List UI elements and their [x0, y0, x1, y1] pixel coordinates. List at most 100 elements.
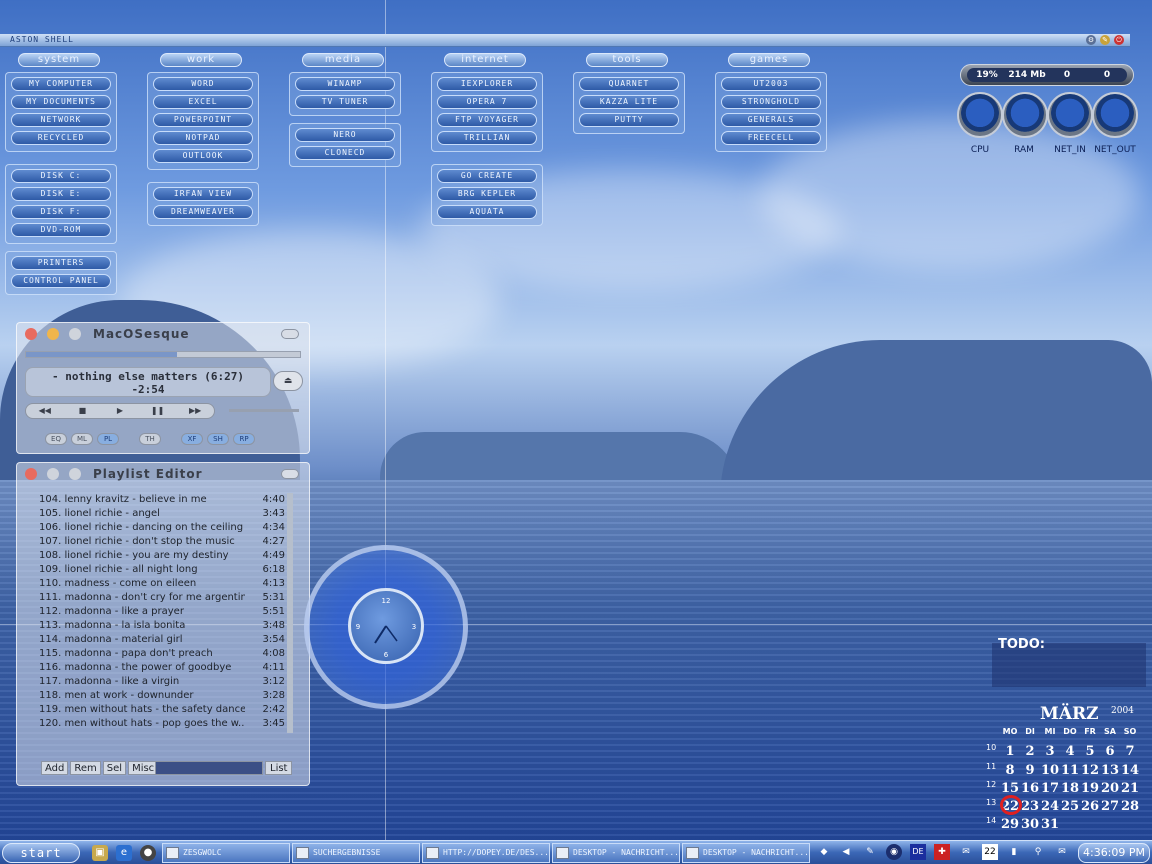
calendar-day[interactable]: 9: [1020, 763, 1040, 778]
internet-explorer-icon[interactable]: e: [116, 845, 132, 861]
playlist-item[interactable]: 109. lionel richie - all night long 6:18: [33, 563, 297, 577]
media-icon[interactable]: ●: [140, 845, 156, 861]
close-icon[interactable]: [25, 468, 37, 480]
power-icon[interactable]: ⏻: [1114, 35, 1124, 45]
calendar-day[interactable]: 6: [1100, 744, 1120, 759]
calendar-day[interactable]: 19: [1080, 781, 1100, 796]
calendar-day[interactable]: 5: [1080, 744, 1100, 759]
calendar-day[interactable]: 11: [1060, 763, 1080, 778]
word-button[interactable]: Word: [153, 77, 253, 91]
calendar-day[interactable]: 31: [1040, 817, 1060, 832]
calendar-day[interactable]: 30: [1020, 817, 1040, 832]
calendar-day[interactable]: 20: [1100, 781, 1120, 796]
pin-icon[interactable]: ✎: [1100, 35, 1110, 45]
kazza-lite-button[interactable]: Kazza Lite: [579, 95, 679, 109]
taskbar-item[interactable]: SUCHERGEBNISSE: [292, 843, 420, 863]
disk-c-button[interactable]: Disk C:: [11, 169, 111, 183]
trillian-button[interactable]: Trillian: [437, 131, 537, 145]
calendar-day[interactable]: [1120, 817, 1140, 832]
playlist-item[interactable]: 114. madonna - material girl 3:54: [33, 633, 297, 647]
calendar-day[interactable]: 25: [1060, 799, 1080, 814]
dvd-rom-button[interactable]: DVD-ROM: [11, 223, 111, 237]
powerpoint-button[interactable]: PowerPoint: [153, 113, 253, 127]
menu-tab-system[interactable]: system: [18, 53, 100, 67]
calendar-day[interactable]: 3: [1040, 744, 1060, 759]
message-tray-icon[interactable]: ✉: [1054, 844, 1070, 860]
iexplorer-button[interactable]: iExplorer: [437, 77, 537, 91]
playlist-item[interactable]: 105. lionel richie - angel 3:43: [33, 507, 297, 521]
start-button[interactable]: start: [2, 843, 80, 863]
stop-icon[interactable]: ■: [64, 404, 102, 418]
calendar-day[interactable]: 14: [1120, 763, 1140, 778]
calendar-day[interactable]: 15: [1000, 781, 1020, 796]
taskbar-item[interactable]: DESKTOP - NACHRICHT...: [552, 843, 680, 863]
playlist-item[interactable]: 108. lionel richie - you are my destiny 4…: [33, 549, 297, 563]
playlist-item[interactable]: 113. madonna - la isla bonita 3:48: [33, 619, 297, 633]
recycled-button[interactable]: Recycled: [11, 131, 111, 145]
tv-tuner-button[interactable]: TV Tuner: [295, 95, 395, 109]
calendar-day[interactable]: 21: [1120, 781, 1140, 796]
playlist-item[interactable]: 115. madonna - papa don't preach 4:08: [33, 647, 297, 661]
generals-button[interactable]: Generals: [721, 113, 821, 127]
calendar-day[interactable]: 2: [1020, 744, 1040, 759]
seek-bar[interactable]: [25, 351, 301, 358]
calendar-day[interactable]: 4: [1060, 744, 1080, 759]
misc-button[interactable]: Misc: [128, 761, 159, 775]
playlist-item[interactable]: 116. madonna - the power of goodbye 4:11: [33, 661, 297, 675]
control-panel-button[interactable]: Control Panel: [11, 274, 111, 288]
calendar-day[interactable]: [1080, 817, 1100, 832]
calendar-day[interactable]: 16: [1020, 781, 1040, 796]
eject-button[interactable]: ⏏: [273, 371, 303, 391]
stronghold-button[interactable]: Stronghold: [721, 95, 821, 109]
calendar-day[interactable]: 7: [1120, 744, 1140, 759]
playlist-item[interactable]: 120. men without hats - pop goes the w..…: [33, 717, 297, 731]
previous-icon[interactable]: ◀◀: [26, 404, 64, 418]
app-tray-icon[interactable]: ◉: [886, 844, 902, 860]
mail-alert-tray-icon[interactable]: ✉: [958, 844, 974, 860]
pl-button[interactable]: PL: [97, 433, 119, 445]
shade-icon[interactable]: [69, 468, 81, 480]
remove-button[interactable]: Rem: [70, 761, 101, 775]
battery-tray-icon[interactable]: ▮: [1006, 844, 1022, 860]
irfan-view-button[interactable]: Irfan View: [153, 187, 253, 201]
disk-f-button[interactable]: Disk F:: [11, 205, 111, 219]
volume-tray-icon[interactable]: ◀: [838, 844, 854, 860]
calendar-day[interactable]: 28: [1120, 799, 1140, 814]
playlist-item[interactable]: 106. lionel richie - dancing on the ceil…: [33, 521, 297, 535]
antivirus-tray-icon[interactable]: ✚: [934, 844, 950, 860]
calendar-day[interactable]: 1: [1000, 744, 1020, 759]
brg-kepler-button[interactable]: BRG Kepler: [437, 187, 537, 201]
taskbar-item[interactable]: DESKTOP - NACHRICHT...: [682, 843, 810, 863]
disk-e-button[interactable]: Disk E:: [11, 187, 111, 201]
dreamweaver-button[interactable]: Dreamweaver: [153, 205, 253, 219]
select-button[interactable]: Sel: [102, 761, 127, 775]
menu-tab-games[interactable]: games: [728, 53, 810, 67]
pause-icon[interactable]: ❚❚: [139, 404, 177, 418]
taskbar-item[interactable]: ZESGWOLC: [162, 843, 290, 863]
go-create-button[interactable]: Go Create: [437, 169, 537, 183]
calendar-day[interactable]: 24: [1040, 799, 1060, 814]
calendar-day[interactable]: 10: [1040, 763, 1060, 778]
playlist-item[interactable]: 118. men at work - downunder 3:28: [33, 689, 297, 703]
search-tray-icon[interactable]: ⚲: [1030, 844, 1046, 860]
quarnet-button[interactable]: Quarnet: [579, 77, 679, 91]
sh-button[interactable]: SH: [207, 433, 229, 445]
calendar-day[interactable]: 23: [1020, 799, 1040, 814]
minimize-icon[interactable]: [47, 468, 59, 480]
taskbar-clock[interactable]: 4:36:09 PM: [1078, 843, 1150, 863]
ml-button[interactable]: ML: [71, 433, 93, 445]
playlist-scrollbar[interactable]: [287, 493, 293, 733]
menu-tab-tools[interactable]: tools: [586, 53, 668, 67]
playlist-item[interactable]: 110. madness - come on eileen 4:13: [33, 577, 297, 591]
calendar-day[interactable]: [1100, 817, 1120, 832]
list-button[interactable]: List: [265, 761, 293, 775]
volume-slider[interactable]: [229, 409, 299, 412]
calendar-day[interactable]: 18: [1060, 781, 1080, 796]
winamp-button[interactable]: Winamp: [295, 77, 395, 91]
ftp-voyager-button[interactable]: FTP Voyager: [437, 113, 537, 127]
shade-icon[interactable]: [69, 328, 81, 340]
settings-icon[interactable]: ⚙: [1086, 35, 1096, 45]
network-tray-icon[interactable]: ◆: [816, 844, 832, 860]
th-button[interactable]: TH: [139, 433, 161, 445]
excel-button[interactable]: Excel: [153, 95, 253, 109]
